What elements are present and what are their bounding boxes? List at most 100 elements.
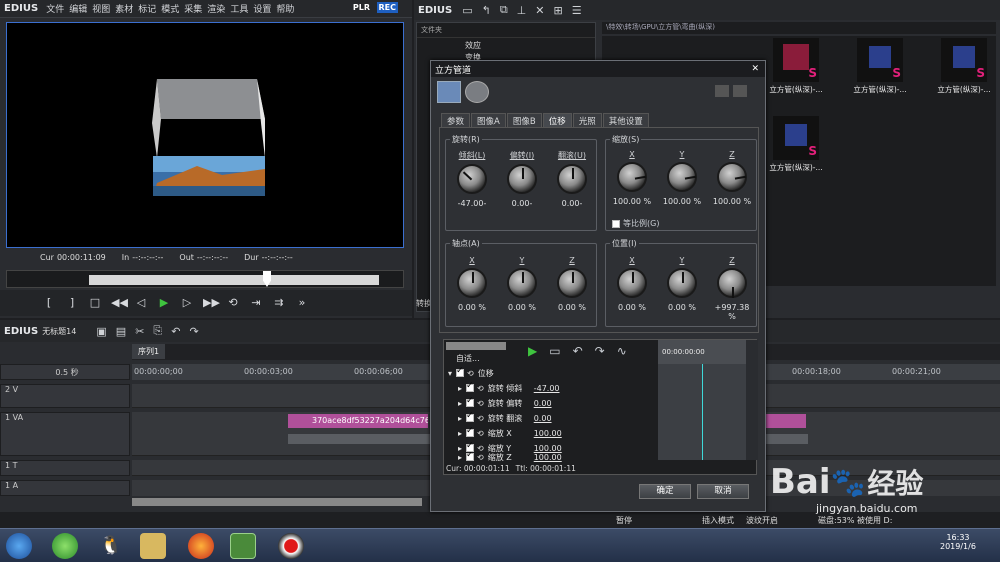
redo-icon[interactable]: ↷ — [189, 325, 198, 338]
rewind-icon[interactable]: ◀◀ — [111, 296, 128, 310]
track-header-2v[interactable]: 2 V — [0, 384, 130, 408]
pivot-x-knob[interactable]: X 0.00 % — [450, 256, 494, 312]
scale-x-knob[interactable]: X 100.00 % — [610, 150, 654, 206]
timeline-clip[interactable]: 370ace8df53227a204d64c76 — [288, 414, 428, 428]
rec-label[interactable]: REC — [376, 2, 398, 13]
menu-tools[interactable]: 工具 — [230, 2, 248, 15]
keyframe-slider[interactable] — [446, 342, 506, 350]
track-header-1va[interactable]: 1 VA — [0, 412, 130, 456]
menu-render[interactable]: 渲染 — [207, 2, 225, 15]
kf-redo-icon[interactable]: ↷ — [595, 344, 605, 358]
new-sequence-icon[interactable]: ▣ — [96, 325, 106, 338]
kf-loop-icon[interactable]: ▭ — [549, 344, 560, 358]
roll-knob[interactable]: 翻滚(U) 0.00- — [550, 150, 594, 208]
copy-icon[interactable]: ⧉ — [500, 3, 508, 17]
kf-row[interactable]: ▸⟲旋转 翻滚0.00 — [444, 411, 658, 425]
preset-dropdown[interactable]: 自适... — [456, 353, 480, 364]
kf-row-value[interactable]: 100.00 — [534, 429, 562, 438]
stop-icon[interactable]: □ — [88, 296, 102, 310]
tab-params[interactable]: 参数 — [441, 113, 471, 128]
kf-row-value[interactable]: 0.00 — [534, 399, 552, 408]
kf-row[interactable]: ▸⟲旋转 偏转0.00 — [444, 396, 658, 410]
position-y-knob[interactable]: Y 0.00 % — [660, 256, 704, 312]
zoom-control[interactable]: 0.5 秒 — [0, 364, 130, 380]
redo-dialog-icon[interactable] — [733, 85, 747, 97]
horizontal-scrollbar[interactable] — [132, 498, 422, 506]
menu-settings[interactable]: 设置 — [253, 2, 271, 15]
scrub-bar[interactable] — [6, 270, 404, 288]
edius-taskbar-icon[interactable] — [230, 533, 256, 559]
insert-icon[interactable]: ⇥ — [249, 296, 263, 310]
scale-y-knob[interactable]: Y 100.00 % — [660, 150, 704, 206]
pivot-z-knob[interactable]: Z 0.00 % — [550, 256, 594, 312]
loop-icon[interactable]: ⟲ — [226, 296, 240, 310]
paste-icon[interactable]: ⎘ — [153, 324, 162, 338]
set-out-icon[interactable]: ] — [65, 296, 79, 310]
kf-graph-icon[interactable]: ∿ — [617, 344, 627, 358]
menu-file[interactable]: 文件 — [46, 2, 64, 15]
status-insert-mode[interactable]: 插入模式 — [702, 515, 734, 526]
delete-icon[interactable]: ✕ — [535, 4, 544, 17]
kf-row[interactable]: ▸⟲旋转 倾斜-47.00 — [444, 381, 658, 395]
cancel-button[interactable]: 取消 — [697, 484, 749, 499]
fast-forward-icon[interactable]: ▶▶ — [203, 296, 220, 310]
kf-row[interactable]: ▸⟲缩放 Z100.00 — [444, 452, 658, 462]
menu-view[interactable]: 视图 — [92, 2, 110, 15]
kf-row-value[interactable]: 0.00 — [534, 414, 552, 423]
qq-icon[interactable]: 🐧 — [98, 533, 124, 559]
position-x-knob[interactable]: X 0.00 % — [610, 256, 654, 312]
pivot-y-knob[interactable]: Y 0.00 % — [500, 256, 544, 312]
menu-marker[interactable]: 标记 — [138, 2, 156, 15]
kf-vscrollbar[interactable] — [746, 340, 758, 460]
kf-play-icon[interactable]: ▶ — [528, 344, 537, 358]
set-in-icon[interactable]: [ — [42, 296, 56, 310]
ok-button[interactable]: 确定 — [639, 484, 691, 499]
undo-dialog-icon[interactable] — [715, 85, 729, 97]
start-button-icon[interactable] — [6, 533, 32, 559]
kf-lanes[interactable] — [658, 364, 746, 460]
position-z-knob[interactable]: Z +997.38 % — [710, 256, 754, 321]
scrub-track[interactable] — [89, 275, 379, 285]
menu-edit[interactable]: 编辑 — [69, 2, 87, 15]
more-icon[interactable]: » — [295, 296, 309, 310]
palette-icon[interactable] — [437, 81, 461, 103]
tab-image-b[interactable]: 图像B — [506, 113, 542, 128]
tab-lighting[interactable]: 光照 — [572, 113, 602, 128]
clip-item[interactable]: S 立方管(纵深)-... — [932, 38, 996, 98]
tab-image-a[interactable]: 图像A — [471, 113, 506, 128]
stopwatch-icon[interactable] — [465, 81, 489, 103]
track-header-1t[interactable]: 1 T — [0, 460, 130, 476]
properties-icon[interactable]: ⊞ — [553, 4, 562, 17]
plr-label[interactable]: PLR — [353, 3, 370, 12]
apply-icon[interactable]: ⊥ — [517, 4, 527, 17]
explorer-icon[interactable] — [140, 533, 166, 559]
save-icon[interactable]: ▤ — [116, 325, 126, 338]
menu-capture[interactable]: 采集 — [184, 2, 202, 15]
tilt-knob[interactable]: 倾斜(L) -47.00- — [450, 150, 494, 208]
overwrite-icon[interactable]: ⇉ — [272, 296, 286, 310]
kf-row-value[interactable]: -47.00 — [534, 384, 560, 393]
kf-undo-icon[interactable]: ↶ — [573, 344, 583, 358]
tab-sequence1[interactable]: 序列1 — [132, 344, 166, 359]
kf-ruler[interactable]: 00:00:00:00 — [658, 340, 746, 364]
undo-icon[interactable]: ↶ — [171, 325, 180, 338]
menu-mode[interactable]: 模式 — [161, 2, 179, 15]
play-icon[interactable]: ▶ — [157, 296, 171, 310]
timeline-clip-end[interactable] — [766, 414, 806, 428]
view-icon[interactable]: ☰ — [572, 4, 582, 17]
dialog-close-icon[interactable]: ✕ — [751, 64, 759, 74]
cut-icon[interactable]: ✂ — [135, 325, 144, 338]
tab-other[interactable]: 其他设置 — [602, 113, 649, 128]
kf-group-row[interactable]: ▾⟲位移 — [444, 366, 658, 380]
menu-help[interactable]: 帮助 — [276, 2, 294, 15]
menu-clip[interactable]: 素材 — [115, 2, 133, 15]
clip-item[interactable]: S 立方管(纵深)-... — [764, 38, 828, 98]
step-back-icon[interactable]: ◁ — [134, 296, 148, 310]
tree-item-effects[interactable]: 效应 — [417, 38, 595, 51]
clock[interactable]: 16:33 2019/1/6 — [940, 533, 976, 551]
kf-row-value[interactable]: 100.00 — [534, 453, 562, 462]
clip-item[interactable]: S 立方管(纵深)-... — [764, 116, 828, 176]
step-forward-icon[interactable]: ▷ — [180, 296, 194, 310]
browser-360-icon[interactable] — [52, 533, 78, 559]
tab-position[interactable]: 位移 — [542, 113, 572, 128]
